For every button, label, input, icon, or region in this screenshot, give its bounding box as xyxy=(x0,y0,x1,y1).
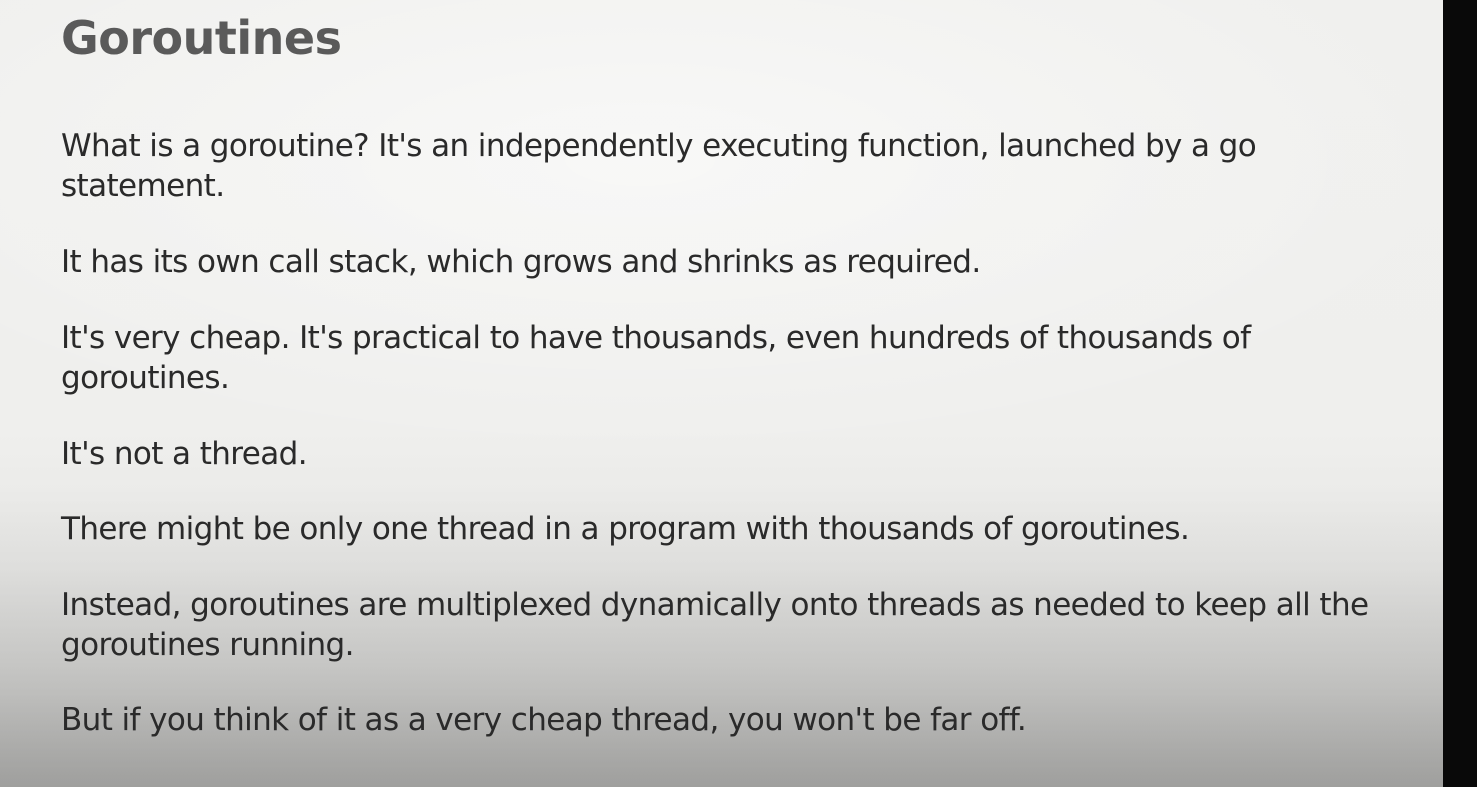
paragraph-multiplexed: Instead, goroutines are multiplexed dyna… xyxy=(61,587,1369,663)
paragraph-very-cheap: It's very cheap. It's practical to have … xyxy=(61,320,1251,396)
slide-title: Goroutines xyxy=(61,11,342,65)
paragraph-call-stack: It has its own call stack, which grows a… xyxy=(61,244,981,280)
paragraph-cheap-thread: But if you think of it as a very cheap t… xyxy=(61,702,1027,738)
video-frame: Goroutines What is a goroutine? It's an … xyxy=(0,0,1477,787)
frame-edge xyxy=(1443,0,1477,787)
presentation-slide: Goroutines What is a goroutine? It's an … xyxy=(0,0,1443,787)
paragraph-what-is-goroutine: What is a goroutine? It's an independent… xyxy=(61,128,1257,204)
paragraph-not-a-thread: It's not a thread. xyxy=(61,436,308,472)
paragraph-one-thread: There might be only one thread in a prog… xyxy=(61,511,1190,547)
